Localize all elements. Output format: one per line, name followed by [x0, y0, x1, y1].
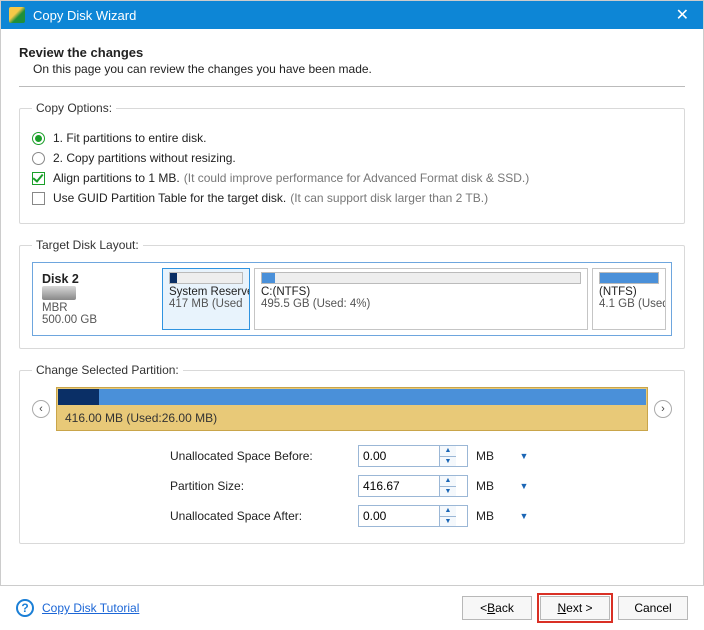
copy-options-legend: Copy Options: [32, 101, 116, 115]
back-button[interactable]: < Back [462, 596, 532, 620]
tutorial-link[interactable]: Copy Disk Tutorial [42, 601, 139, 615]
partition-1-size: 495.5 GB (Used: 4%) [261, 298, 581, 310]
partition-1[interactable]: C:(NTFS) 495.5 GB (Used: 4%) [254, 268, 588, 330]
partition-0-name: System Reserved [169, 286, 243, 298]
align-hint: (It could improve performance for Advanc… [184, 171, 529, 185]
unit-mb-1: MB [476, 449, 506, 463]
checkbox-gpt-label: Use GUID Partition Table for the target … [53, 191, 286, 205]
partition-0[interactable]: System Reserved 417 MB (Used [162, 268, 250, 330]
disk-name: Disk 2 [42, 272, 148, 286]
gpt-hint: (It can support disk larger than 2 TB.) [290, 191, 488, 205]
checkbox-align-1mb-label: Align partitions to 1 MB. [53, 171, 180, 185]
unit-dropdown-1[interactable]: ▼ [514, 451, 534, 461]
unalloc-after-label: Unallocated Space After: [170, 509, 350, 523]
spin-up-icon[interactable]: ▲ [440, 506, 456, 517]
disk-icon [42, 286, 76, 300]
change-partition-legend: Change Selected Partition: [32, 363, 183, 377]
unalloc-before-label: Unallocated Space Before: [170, 449, 350, 463]
partition-0-size: 417 MB (Used [169, 298, 243, 310]
target-layout-group: Target Disk Layout: Disk 2 MBR 500.00 GB… [19, 238, 685, 349]
spin-up-icon[interactable]: ▲ [440, 446, 456, 457]
help-icon[interactable]: ? [16, 599, 34, 617]
unit-dropdown-2[interactable]: ▼ [514, 481, 534, 491]
radio-fit-partitions[interactable] [32, 132, 45, 145]
spin-down-icon[interactable]: ▼ [440, 457, 456, 467]
window-title: Copy Disk Wizard [33, 8, 670, 23]
next-partition-button[interactable]: › [654, 400, 672, 418]
close-icon[interactable]: ✕ [670, 5, 695, 25]
partition-size-slider[interactable]: 416.00 MB (Used:26.00 MB) [56, 387, 648, 431]
unit-mb-2: MB [476, 479, 506, 493]
unalloc-after-input[interactable]: ▲▼ [358, 505, 468, 527]
change-partition-group: Change Selected Partition: ‹ 416.00 MB (… [19, 363, 685, 544]
unalloc-before-field[interactable] [359, 446, 439, 466]
spin-down-icon[interactable]: ▼ [440, 487, 456, 497]
next-button[interactable]: Next > [540, 596, 610, 620]
unit-mb-3: MB [476, 509, 506, 523]
checkbox-align-1mb[interactable] [32, 172, 45, 185]
checkbox-gpt[interactable] [32, 192, 45, 205]
partition-size-input[interactable]: ▲▼ [358, 475, 468, 497]
spin-up-icon[interactable]: ▲ [440, 476, 456, 487]
disk-scheme: MBR [42, 302, 148, 314]
partition-size-field[interactable] [359, 476, 439, 496]
titlebar: Copy Disk Wizard ✕ [1, 1, 703, 29]
copy-options-group: Copy Options: 1. Fit partitions to entir… [19, 101, 685, 224]
page-heading: Review the changes [19, 45, 685, 60]
partition-2[interactable]: (NTFS) 4.1 GB (Used [592, 268, 666, 330]
unit-dropdown-3[interactable]: ▼ [514, 511, 534, 521]
prev-partition-button[interactable]: ‹ [32, 400, 50, 418]
partition-block-label: 416.00 MB (Used:26.00 MB) [57, 406, 647, 430]
target-layout-legend: Target Disk Layout: [32, 238, 143, 252]
radio-copy-without-resize-label: 2. Copy partitions without resizing. [53, 151, 236, 165]
cancel-button[interactable]: Cancel [618, 596, 688, 620]
footer: ? Copy Disk Tutorial < Back Next > Cance… [0, 585, 704, 630]
unalloc-after-field[interactable] [359, 506, 439, 526]
partition-1-name: C:(NTFS) [261, 286, 581, 298]
divider [19, 86, 685, 87]
radio-copy-without-resize[interactable] [32, 152, 45, 165]
disk-size: 500.00 GB [42, 314, 148, 326]
partition-2-name: (NTFS) [599, 286, 659, 298]
disk-info: Disk 2 MBR 500.00 GB [38, 268, 158, 330]
page-subheading: On this page you can review the changes … [33, 62, 685, 76]
partition-size-label: Partition Size: [170, 479, 350, 493]
app-icon [9, 7, 25, 23]
spin-down-icon[interactable]: ▼ [440, 517, 456, 527]
unalloc-before-input[interactable]: ▲▼ [358, 445, 468, 467]
partition-2-size: 4.1 GB (Used [599, 298, 659, 310]
radio-fit-partitions-label: 1. Fit partitions to entire disk. [53, 131, 206, 145]
